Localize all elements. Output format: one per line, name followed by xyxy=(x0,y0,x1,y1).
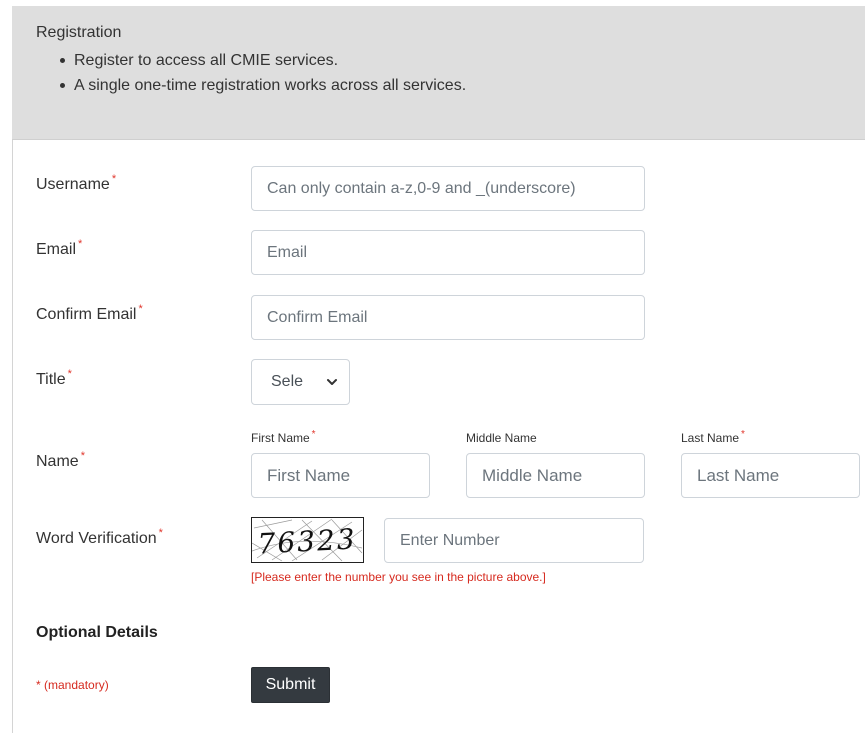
word-verification-label: Word Verification * xyxy=(36,527,163,548)
first-name-input[interactable] xyxy=(251,453,430,498)
confirm-email-input[interactable] xyxy=(251,295,645,340)
confirm-email-label: Confirm Email * xyxy=(36,303,143,324)
required-marker: * xyxy=(78,238,83,250)
required-marker: * xyxy=(311,429,316,440)
required-marker: * xyxy=(111,173,117,185)
optional-details-heading: Optional Details xyxy=(36,624,158,641)
captcha-image: 76323 xyxy=(251,517,364,563)
header-title: Registration xyxy=(36,24,122,41)
title-label-text: Title xyxy=(36,371,66,388)
captcha-noise: 76323 xyxy=(251,518,363,562)
header-bullet: Register to access all CMIE services. xyxy=(60,48,865,73)
mandatory-note: * (mandatory) xyxy=(36,678,109,692)
username-input[interactable] xyxy=(251,166,645,211)
last-name-label-text: Last Name xyxy=(681,431,740,445)
email-input[interactable] xyxy=(251,230,645,275)
name-label-text: Name xyxy=(36,453,79,470)
last-name-label: Last Name * xyxy=(681,429,745,445)
username-label: Username * xyxy=(36,173,117,194)
username-label-text: Username xyxy=(36,176,110,193)
verification-hint: [Please enter the number you see in the … xyxy=(251,570,546,584)
submit-button[interactable]: Submit xyxy=(251,667,330,703)
confirm-email-label-text: Confirm Email xyxy=(36,306,137,323)
required-marker: * xyxy=(80,450,85,462)
middle-name-input[interactable] xyxy=(466,453,645,498)
required-marker: * xyxy=(158,527,163,539)
word-verification-label-text: Word Verification xyxy=(36,530,157,547)
first-name-label-text: First Name xyxy=(251,431,310,445)
captcha-text: 76323 xyxy=(257,522,358,560)
title-select[interactable]: Sele xyxy=(251,359,350,405)
title-label: Title * xyxy=(36,368,72,389)
email-label: Email * xyxy=(36,238,83,259)
header-bullets: Register to access all CMIE services. A … xyxy=(36,48,865,98)
required-marker: * xyxy=(138,303,143,315)
middle-name-label: Middle Name xyxy=(466,431,537,445)
header-bullet: A single one-time registration works acr… xyxy=(60,73,865,98)
name-label: Name * xyxy=(36,450,85,471)
registration-header: Registration Register to access all CMIE… xyxy=(12,6,865,140)
verification-input[interactable] xyxy=(384,518,644,563)
required-marker: * xyxy=(741,429,745,440)
first-name-label: First Name * xyxy=(251,429,316,445)
chevron-down-icon xyxy=(327,379,337,385)
title-select-value: Sele xyxy=(271,373,304,390)
required-marker: * xyxy=(67,368,72,380)
last-name-input[interactable] xyxy=(681,453,860,498)
email-label-text: Email xyxy=(36,241,77,258)
